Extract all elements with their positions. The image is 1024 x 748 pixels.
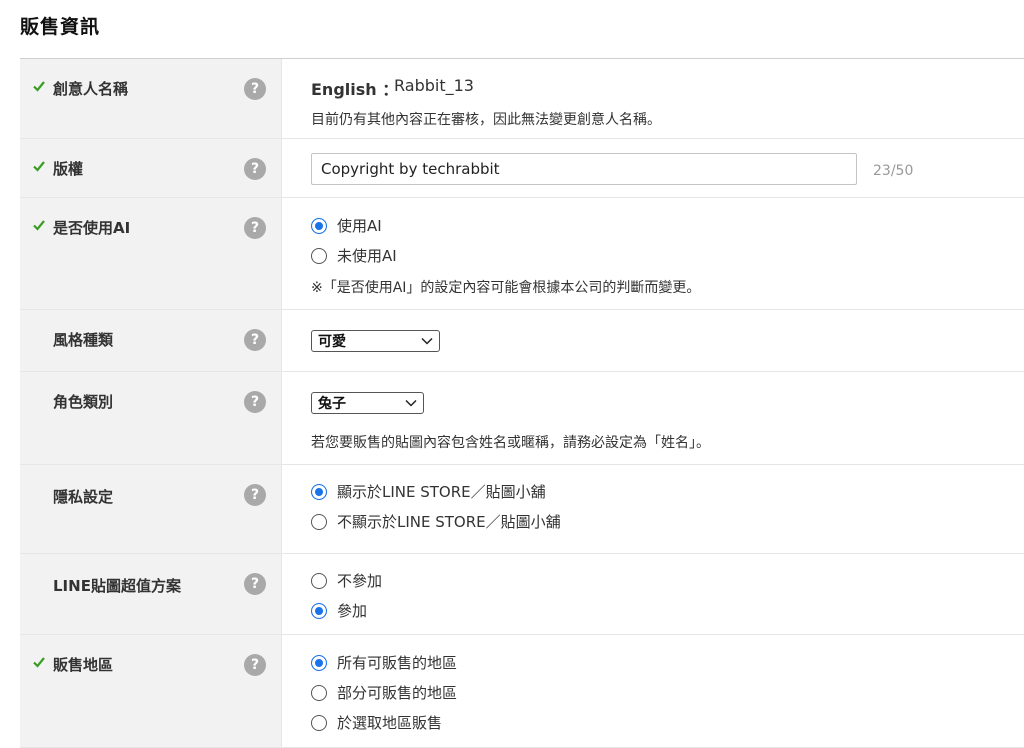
ai-note: ※「是否使用AI」的設定內容可能會根據本公司的判斷而變更。 (311, 280, 701, 296)
radio-all-regions[interactable]: 所有可販售的地區 (311, 652, 457, 673)
value-cell: 不參加 參加 (282, 554, 1024, 634)
value-cell: 可愛 (282, 310, 1024, 371)
row-privacy: 隱私設定 ? 顯示於LINE STORE／貼圖小舖 不顯示於LINE STORE… (20, 465, 1024, 554)
help-icon[interactable]: ? (244, 484, 266, 506)
sales-info-table: 創意人名稱 ? English ： Rabbit_13 目前仍有其他內容正在審核… (20, 58, 1024, 748)
radio-some-regions[interactable]: 部分可販售的地區 (311, 682, 457, 703)
radio-button[interactable] (311, 714, 327, 731)
select-value: 可愛 (318, 334, 346, 350)
field-label: 風格種類 (53, 331, 114, 349)
radio-label: 於選取地區販售 (337, 714, 443, 732)
radio-label: 不參加 (337, 572, 383, 590)
radio-label: 所有可販售的地區 (337, 654, 458, 672)
radio-button[interactable] (311, 247, 327, 264)
radio-button[interactable] (311, 654, 327, 671)
row-sales-region: 販售地區 ? 所有可販售的地區 部分可販售的地區 於選取地區販售 (20, 635, 1024, 748)
row-style: 風格種類 ? 可愛 (20, 310, 1024, 372)
label-cell: LINE貼圖超值方案 ? (20, 554, 282, 634)
radio-show-in-store[interactable]: 顯示於LINE STORE／貼圖小舖 (311, 481, 546, 502)
value-cell: 兔子 若您要販售的貼圖內容包含姓名或暱稱，請務必設定為「姓名」。 (282, 372, 1024, 464)
chevron-down-icon (405, 399, 417, 407)
radio-hide-in-store[interactable]: 不顯示於LINE STORE／貼圖小舖 (311, 511, 561, 532)
radio-join[interactable]: 參加 (311, 600, 367, 621)
help-icon[interactable]: ? (244, 78, 266, 100)
select-value: 兔子 (318, 396, 346, 412)
help-icon[interactable]: ? (244, 158, 266, 180)
radio-label: 不顯示於LINE STORE／貼圖小舖 (337, 513, 561, 531)
radio-label: 參加 (337, 602, 368, 620)
label-cell: 販售地區 ? (20, 635, 282, 747)
character-note: 若您要販售的貼圖內容包含姓名或暱稱，請務必設定為「姓名」。 (311, 435, 710, 451)
row-use-ai: 是否使用AI ? 使用AI 未使用AI ※「是否使用AI」的設定內容可能會根據本… (20, 198, 1024, 310)
field-label: 販售地區 (53, 656, 114, 674)
check-icon (33, 81, 45, 92)
field-label: LINE貼圖超值方案 (53, 577, 181, 595)
radio-label: 使用AI (337, 217, 382, 235)
creator-name-value: Rabbit_13 (394, 76, 474, 95)
field-label: 角色類別 (53, 393, 114, 411)
row-copyright: 版權 ? 23/50 (20, 139, 1024, 198)
check-icon (33, 220, 45, 231)
value-cell: 所有可販售的地區 部分可販售的地區 於選取地區販售 (282, 635, 1024, 747)
char-counter: 23/50 (873, 163, 914, 179)
copyright-input[interactable] (311, 153, 857, 185)
radio-label: 部分可販售的地區 (337, 684, 458, 702)
row-character: 角色類別 ? 兔子 若您要販售的貼圖內容包含姓名或暱稱，請務必設定為「姓名」。 (20, 372, 1024, 465)
character-select[interactable]: 兔子 (311, 392, 424, 414)
radio-button[interactable] (311, 483, 327, 500)
radio-button[interactable] (311, 602, 327, 619)
chevron-down-icon (421, 337, 433, 345)
radio-button[interactable] (311, 572, 327, 589)
field-label: 隱私設定 (53, 488, 114, 506)
label-cell: 角色類別 ? (20, 372, 282, 464)
check-icon (33, 657, 45, 668)
radio-selected-regions[interactable]: 於選取地區販售 (311, 712, 442, 733)
radio-no-ai[interactable]: 未使用AI (311, 245, 397, 266)
row-creator-name: 創意人名稱 ? English ： Rabbit_13 目前仍有其他內容正在審核… (20, 59, 1024, 139)
radio-label: 未使用AI (337, 247, 397, 265)
value-cell: 23/50 (282, 139, 1024, 197)
label-cell: 是否使用AI ? (20, 198, 282, 309)
field-label: 版權 (53, 160, 84, 178)
field-label: 是否使用AI (53, 219, 131, 237)
radio-button[interactable] (311, 684, 327, 701)
label-cell: 風格種類 ? (20, 310, 282, 371)
creator-name-note: 目前仍有其他內容正在審核，因此無法變更創意人名稱。 (311, 112, 661, 128)
label-cell: 隱私設定 ? (20, 465, 282, 553)
label-cell: 創意人名稱 ? (20, 59, 282, 138)
radio-button[interactable] (311, 217, 327, 234)
label-cell: 版權 ? (20, 139, 282, 197)
help-icon[interactable]: ? (244, 217, 266, 239)
value-cell: 顯示於LINE STORE／貼圖小舖 不顯示於LINE STORE／貼圖小舖 (282, 465, 1024, 553)
row-premium: LINE貼圖超值方案 ? 不參加 參加 (20, 554, 1024, 635)
value-cell: English ： Rabbit_13 目前仍有其他內容正在審核，因此無法變更創… (282, 59, 1024, 138)
page-title: 販售資訊 (20, 16, 101, 38)
check-icon (33, 161, 45, 172)
help-icon[interactable]: ? (244, 329, 266, 351)
radio-not-join[interactable]: 不參加 (311, 570, 382, 591)
radio-label: 顯示於LINE STORE／貼圖小舖 (337, 483, 546, 501)
field-label: 創意人名稱 (53, 80, 129, 98)
help-icon[interactable]: ? (244, 573, 266, 595)
help-icon[interactable]: ? (244, 391, 266, 413)
value-cell: 使用AI 未使用AI ※「是否使用AI」的設定內容可能會根據本公司的判斷而變更。 (282, 198, 1024, 309)
creator-name-language: English ： (311, 80, 399, 99)
radio-button[interactable] (311, 513, 327, 530)
help-icon[interactable]: ? (244, 654, 266, 676)
radio-use-ai[interactable]: 使用AI (311, 215, 382, 236)
style-select[interactable]: 可愛 (311, 330, 440, 352)
